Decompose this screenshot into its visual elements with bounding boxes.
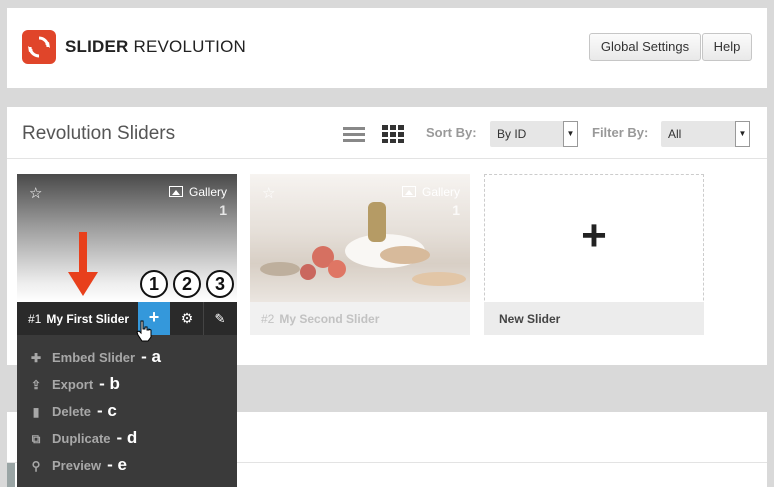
new-slider-card[interactable]: + New Slider xyxy=(484,174,704,335)
sort-by-select[interactable]: By ID ▼ xyxy=(490,121,578,147)
favorite-star-icon[interactable]: ☆ xyxy=(262,184,275,202)
hand-cursor-icon xyxy=(136,320,152,342)
slider-actions-menu: ✚ Embed Slider - a ⇪ Export - b ▮ Delete - c ⧉… xyxy=(17,335,237,487)
slide-count: 1 xyxy=(452,202,460,218)
separator xyxy=(203,302,204,335)
page-title: Revolution Sliders xyxy=(22,123,176,144)
annotation-c: - c xyxy=(97,401,117,420)
duplicate-icon: ⧉ xyxy=(31,432,41,446)
image-icon xyxy=(401,186,416,197)
header-panel: SLIDER REVOLUTION Global Settings Help xyxy=(7,8,767,88)
sort-by-label: Sort By: xyxy=(426,125,477,140)
plus-icon: + xyxy=(581,211,607,260)
sliders-panel: Revolution Sliders Sort By: By ID ▼ Filt… xyxy=(7,107,767,365)
slider-title[interactable]: #2 My Second Slider xyxy=(261,312,379,326)
help-button[interactable]: Help xyxy=(702,33,752,61)
list-view-icon[interactable] xyxy=(343,127,365,148)
global-settings-button[interactable]: Global Settings xyxy=(589,33,701,61)
red-arrow-annotation-icon xyxy=(68,232,98,296)
slider-type-label: Gallery xyxy=(401,185,460,199)
slider-type-label: Gallery xyxy=(168,185,227,199)
slider-card-bar: #2 My Second Slider xyxy=(250,302,470,335)
dropdown-arrow-icon: ▼ xyxy=(735,121,750,147)
panel-edge xyxy=(7,463,15,487)
annotation-d: - d xyxy=(116,428,138,447)
image-icon xyxy=(168,186,183,197)
annotation-e: - e xyxy=(107,455,127,474)
plus-icon: ✚ xyxy=(30,351,42,365)
menu-item-embed-slider[interactable]: ✚ Embed Slider - a xyxy=(29,346,161,368)
annotation-circle-1: 1 xyxy=(140,270,168,298)
annotation-b: - b xyxy=(99,374,120,393)
annotation-a: - a xyxy=(141,347,161,366)
trash-icon: ▮ xyxy=(32,405,40,419)
brand-title: SLIDER REVOLUTION xyxy=(65,37,246,56)
menu-item-duplicate[interactable]: ⧉ Duplicate - d xyxy=(29,427,138,449)
favorite-star-icon[interactable]: ☆ xyxy=(29,184,42,202)
new-slider-label: New Slider xyxy=(499,312,561,326)
slider-card-thumbnail[interactable]: ☆ Gallery 1 xyxy=(250,174,470,302)
slide-count: 1 xyxy=(219,202,227,218)
slider-title[interactable]: #1 My First Slider xyxy=(28,312,129,326)
menu-item-export[interactable]: ⇪ Export - b xyxy=(29,373,120,395)
divider xyxy=(7,158,767,159)
dropdown-arrow-icon: ▼ xyxy=(563,121,578,147)
edit-pencil-icon[interactable]: ✎ xyxy=(205,302,235,335)
slider-card-bar: #1 My First Slider + ⚙ ✎ xyxy=(17,302,237,335)
grid-view-icon[interactable] xyxy=(382,125,404,148)
new-slider-bar: New Slider xyxy=(484,302,704,335)
settings-gear-icon[interactable]: ⚙ xyxy=(172,302,202,335)
menu-item-delete[interactable]: ▮ Delete - c xyxy=(29,400,117,422)
annotation-circle-3: 3 xyxy=(206,270,234,298)
menu-item-preview[interactable]: ⚲ Preview - e xyxy=(29,454,127,476)
filter-by-select[interactable]: All ▼ xyxy=(661,121,750,147)
slider-card-thumbnail[interactable]: ☆ Gallery 1 xyxy=(17,174,237,302)
slider-revolution-logo-icon xyxy=(22,30,56,64)
filter-by-label: Filter By: xyxy=(592,125,649,140)
export-icon: ⇪ xyxy=(30,378,42,392)
magnifier-icon: ⚲ xyxy=(31,459,41,473)
annotation-circle-2: 2 xyxy=(173,270,201,298)
